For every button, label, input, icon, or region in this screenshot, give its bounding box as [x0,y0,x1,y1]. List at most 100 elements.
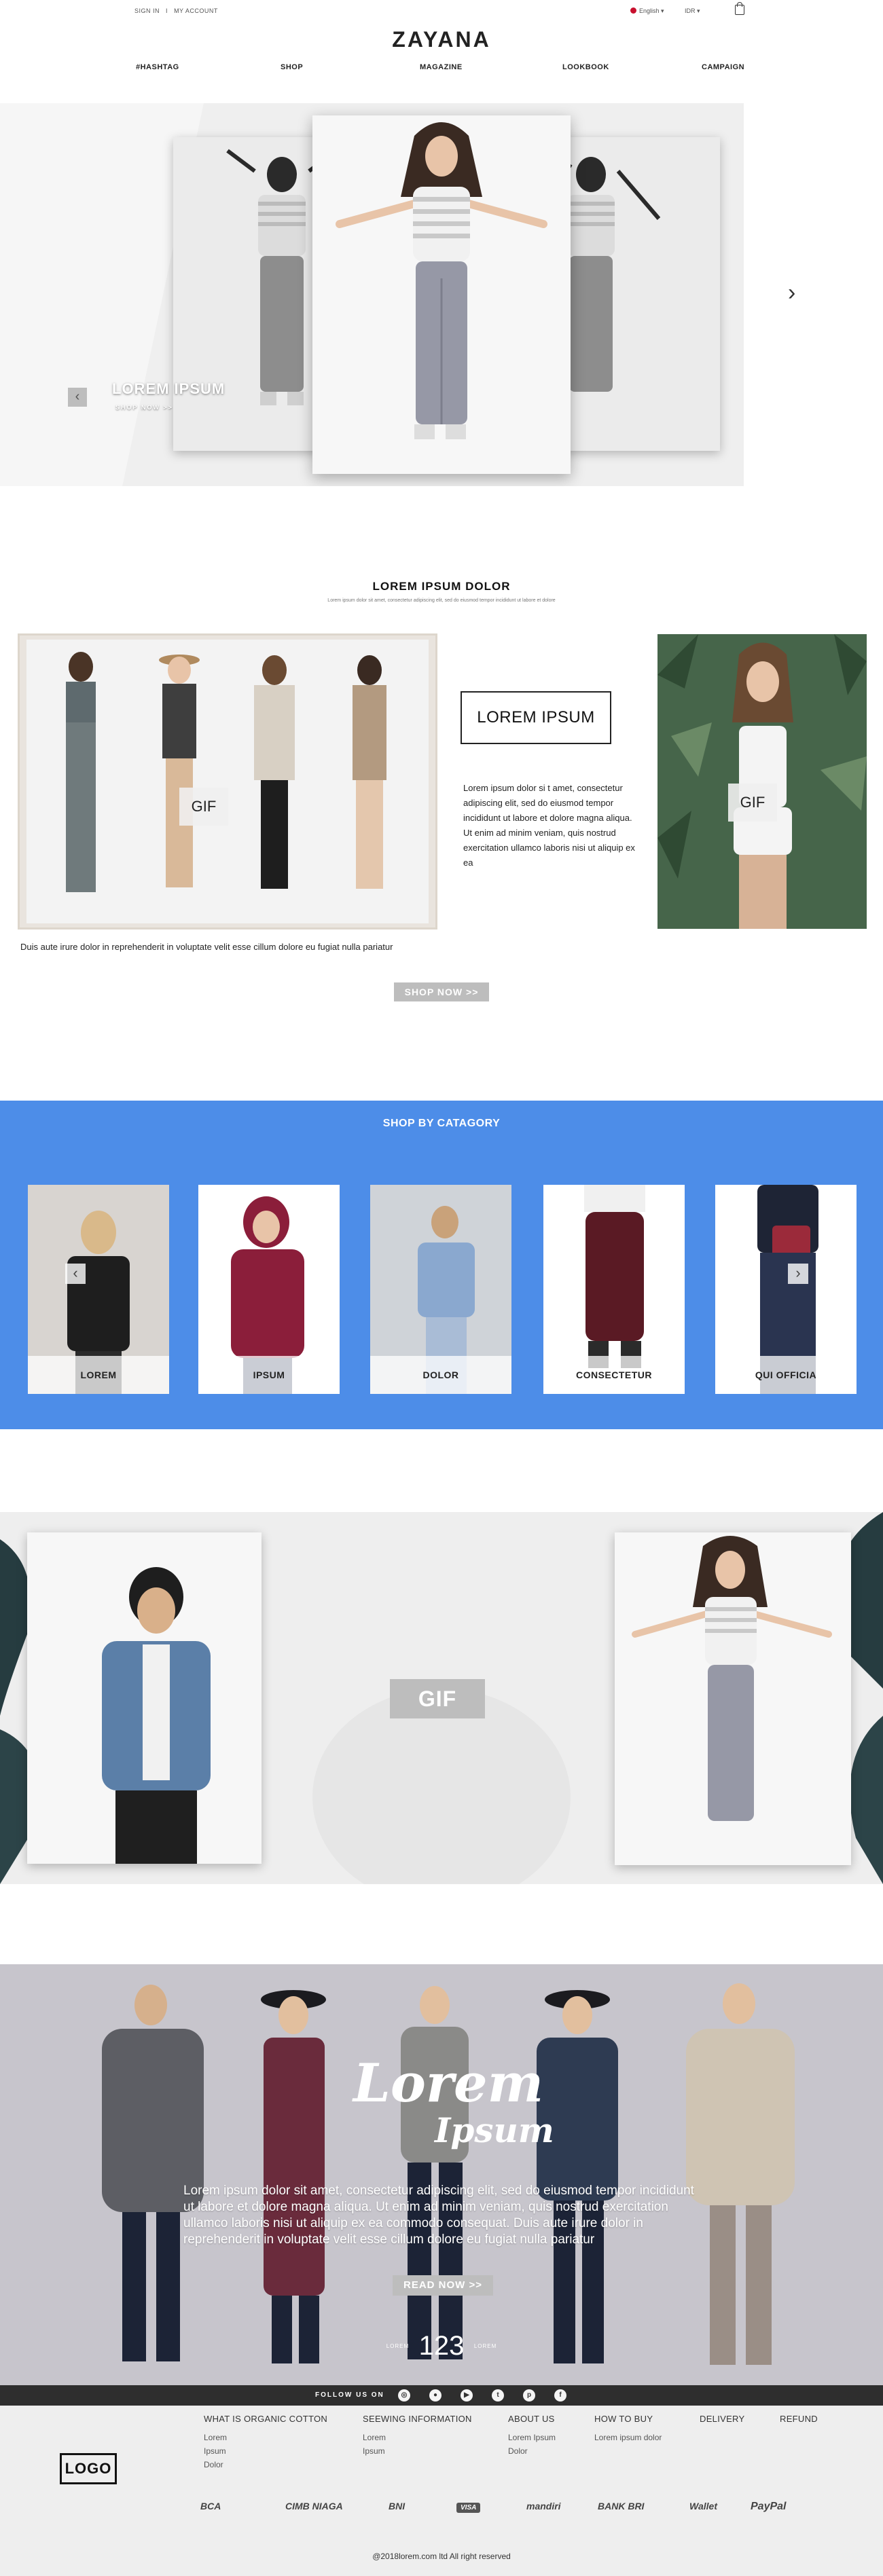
copyright: @2018lorem.com ltd All right reserved [372,2552,511,2561]
footer-column-organic-cotton: WHAT IS ORGANIC COTTON Lorem Ipsum Dolor [204,2414,327,2471]
nav-item-lookbook[interactable]: LOOKBOOK [562,63,609,71]
hero-slider: LOREM IPSUM SHOP NOW >> ‹ [0,103,744,486]
footer-column-heading[interactable]: DELIVERY [700,2414,744,2424]
gif-banner: GIF [0,1512,883,1884]
gif-badge-left: GIF [179,788,228,826]
pinterest-icon[interactable]: p [523,2389,535,2402]
instagram-icon[interactable]: ◎ [398,2389,410,2402]
category-label: IPSUM [198,1356,340,1394]
category-card-lorem[interactable]: LOREM [28,1185,169,1394]
top-bar: SIGN IN I MY ACCOUNT English ▾ IDR ▾ [0,0,883,27]
footer-link[interactable]: Lorem [204,2431,327,2444]
category-title: SHOP BY CATAGORY [382,1118,501,1129]
sign-in-link[interactable]: SIGN IN [134,7,160,14]
footer-column-heading[interactable]: WHAT IS ORGANIC COTTON [204,2414,327,2424]
category-prev-arrow-icon[interactable]: ‹ [65,1264,86,1284]
separator: I [166,7,168,14]
nav-item-magazine[interactable]: MAGAZINE [420,63,463,71]
payment-logo-bank-bri: BANK BRI [598,2501,645,2511]
my-account-link[interactable]: MY ACCOUNT [174,7,218,14]
intro-caption: Duis aute irure dolor in reprehenderit i… [20,942,393,952]
model-figure [552,157,661,392]
lookbook-script-title: Lorem [353,2053,544,2114]
footer-link[interactable]: Ipsum [204,2444,327,2458]
payment-logo-bca: BCA [200,2501,221,2511]
footer-column-seewing-information: SEEWING INFORMATION Lorem Ipsum [363,2414,472,2458]
category-card-qui-officia[interactable]: QUI OFFICIA [715,1185,857,1394]
jungle-photo[interactable]: GIF [657,634,867,929]
footer-link[interactable]: Dolor [508,2444,556,2458]
model-figure [632,1536,832,1821]
hero-shop-now-link[interactable]: SHOP NOW >> [115,404,173,411]
footer-logo[interactable]: LOGO [60,2453,117,2484]
follow-label: FOLLOW US ON [315,2391,384,2399]
currency-selector[interactable]: IDR ▾ [685,7,700,15]
hero-slide-right[interactable] [550,137,720,451]
payment-logo-paypal: PayPal [751,2501,787,2512]
footer-column-heading[interactable]: ABOUT US [508,2414,556,2424]
counter-label-right: LOREM [473,2343,497,2349]
footer-column-heading[interactable]: SEEWING INFORMATION [363,2414,472,2424]
lookbook-banner: Lorem Ipsum Lorem ipsum dolor sit amet, … [0,1964,883,2385]
models-group-figure [66,652,386,892]
footer-column-heading[interactable]: HOW TO BUY [594,2414,662,2424]
footer-link[interactable]: Lorem Ipsum [508,2431,556,2444]
category-card-ipsum[interactable]: IPSUM [198,1185,340,1394]
youtube-icon[interactable]: ▶ [461,2389,473,2402]
intro-paragraph: Lorem ipsum dolor si t amet, consectetur… [463,783,635,868]
footer-link[interactable]: Dolor [204,2458,327,2471]
jungle-model-figure [657,634,867,929]
hero-next-arrow-icon[interactable]: › [788,280,795,306]
brand-logo[interactable]: ZAYANA [0,27,883,52]
footer-link[interactable]: Lorem [363,2431,472,2444]
account-links: SIGN IN I MY ACCOUNT [134,7,222,14]
gif-badge-right: GIF [728,784,777,822]
payment-logo-visa: VISA [456,2503,481,2513]
nav-item-hashtag[interactable]: #HASHTAG [136,63,179,71]
shop-now-button[interactable]: SHOP NOW >> [394,982,489,1001]
facebook-icon[interactable]: f [554,2389,566,2402]
lookbook-script-subtitle: Ipsum [435,2110,554,2150]
intro-subtitle: Lorem ipsum dolor sit amet, consectetur … [327,598,556,603]
category-label: CONSECTETUR [543,1356,685,1394]
follow-bar: FOLLOW US ON ◎ ● ▶ t p f [0,2385,883,2406]
footer-link[interactable]: Ipsum [363,2444,472,2458]
counter-value: 123 [418,2331,465,2361]
category-card-dolor[interactable]: DOLOR [370,1185,511,1394]
language-selector[interactable]: English ▾ [630,7,664,15]
hero-prev-arrow-icon[interactable]: ‹ [68,388,87,407]
currency-value: IDR [685,7,696,14]
chevron-down-icon: ▾ [697,7,700,14]
footer-column-about-us: ABOUT US Lorem Ipsum Dolor [508,2414,556,2458]
footer-column-refund: REFUND [780,2414,818,2431]
category-label: LOREM [28,1356,169,1394]
lookbook-paragraph: Lorem ipsum dolor sit amet, consectetur … [183,2184,694,2247]
hero-slide-active[interactable] [312,115,571,474]
group-photo-image: GIF [26,640,429,923]
gif-photo-left[interactable] [27,1532,262,1864]
payment-logo-cimb-niaga: CIMB NIAGA [285,2501,343,2511]
shopping-bag-icon[interactable] [735,2,744,15]
nav-item-campaign[interactable]: CAMPAIGN [702,63,744,71]
shop-by-category: SHOP BY CATAGORY LOREM IPSUM DOLOR CONSE… [0,1101,883,1429]
flag-icon [630,7,636,14]
read-now-button[interactable]: READ NOW >> [393,2275,493,2296]
footer-column-delivery: DELIVERY [700,2414,744,2431]
intro-title: LOREM IPSUM DOLOR [372,580,511,593]
category-card-consectetur[interactable]: CONSECTETUR [543,1185,685,1394]
gif-photo-right[interactable] [615,1532,851,1865]
male-model-figure [102,1567,211,1864]
line-icon[interactable]: ● [429,2389,442,2402]
category-label: DOLOR [370,1356,511,1394]
category-next-arrow-icon[interactable]: › [788,1264,808,1284]
lookbook-counter: LOREM 123 LOREM [0,2331,883,2361]
nav-item-shop[interactable]: SHOP [281,63,303,71]
footer-link[interactable]: Lorem ipsum dolor [594,2431,662,2444]
group-photo[interactable]: GIF [18,633,437,930]
twitter-icon[interactable]: t [492,2389,504,2402]
payment-logo-bni: BNI [389,2501,406,2511]
payment-logo-mandiri: mandiri [526,2501,561,2511]
footer-column-heading[interactable]: REFUND [780,2414,818,2424]
model-figure [336,122,547,439]
chevron-down-icon: ▾ [661,7,664,14]
